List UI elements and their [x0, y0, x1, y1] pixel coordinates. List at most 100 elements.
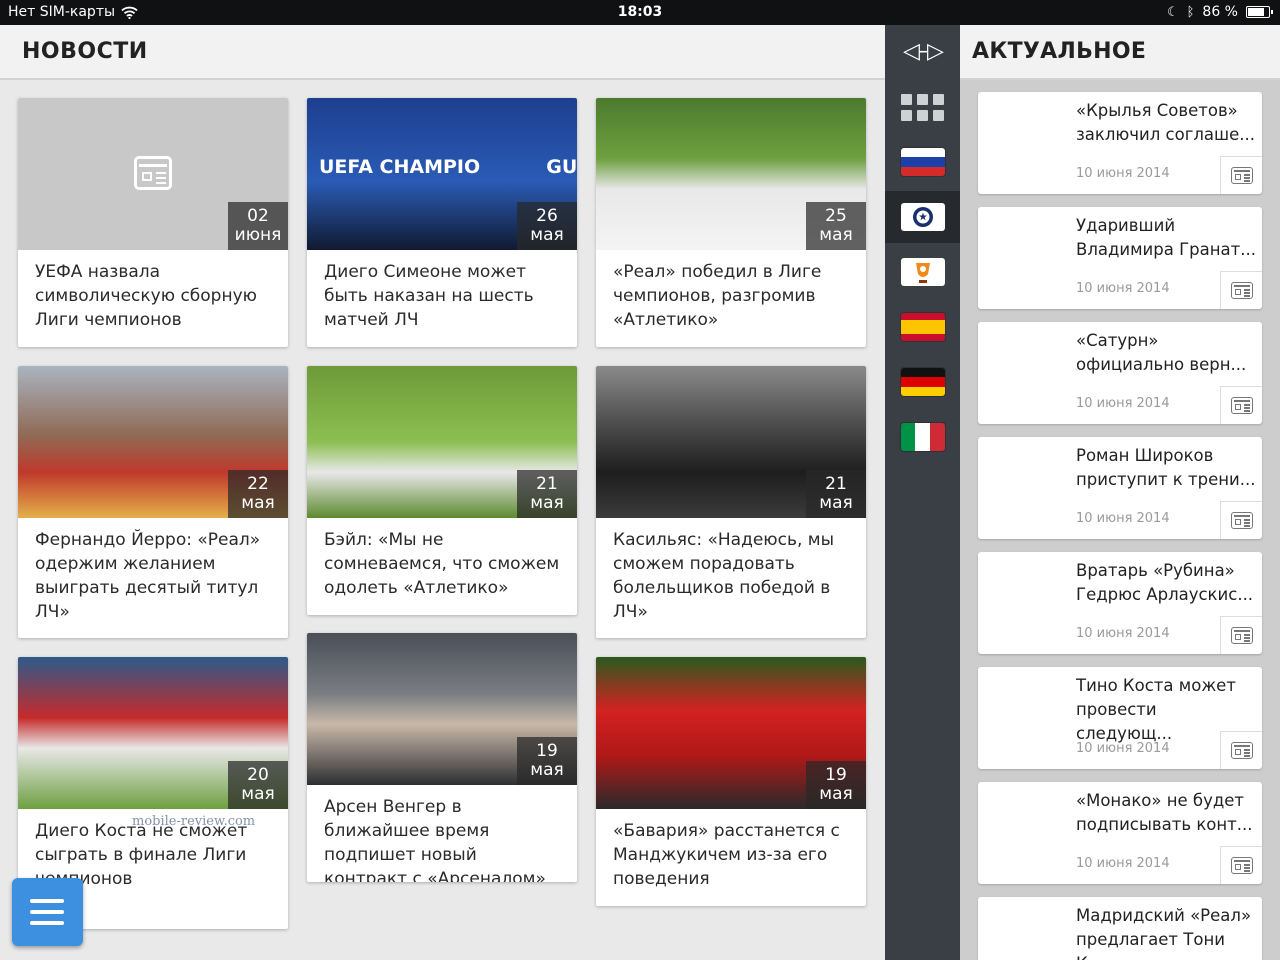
sidebar-item-all-news[interactable] — [885, 81, 960, 133]
news-date-month: мая — [530, 760, 564, 780]
news-header: НОВОСТИ — [0, 25, 885, 80]
news-card-title[interactable]: «Реал» победил в Лиге чемпионов, разгром… — [596, 250, 866, 342]
actual-item-title: Ударивший Владимира Гранат... — [1076, 216, 1257, 259]
article-icon — [1231, 167, 1253, 184]
actual-item-date: 10 июня 2014 — [1076, 511, 1170, 526]
news-card-title[interactable]: Бэйл: «Мы не сомневаемся, что сможем одо… — [307, 518, 577, 610]
sidebar-item-germany[interactable] — [885, 356, 960, 408]
news-card-title[interactable]: Арсен Венгер в ближайшее время подпишет … — [307, 785, 577, 882]
news-card[interactable]: 02 июня УЕФА назвала символическую сборну… — [18, 98, 288, 347]
news-date-day: 22 — [247, 474, 269, 494]
sidebar-item-spain[interactable] — [885, 301, 960, 353]
news-card[interactable]: 21 мая Бэйл: «Мы не сомневаемся, что сможе… — [307, 366, 577, 615]
news-date-month: мая — [819, 225, 853, 245]
flag-italy-icon — [900, 423, 945, 451]
grid-icon — [901, 93, 944, 121]
actual-item-title: «Сатурн» официально верн... — [1076, 331, 1247, 374]
news-date-month: мая — [819, 493, 853, 513]
status-bar: Нет SIM-карты 18:03 ☾ ᛒ 86 % — [0, 0, 1280, 25]
arrows-expand-icon: ◁–▷ — [903, 38, 944, 64]
news-date-badge: 19 мая — [517, 737, 577, 785]
actual-item-date: 10 июня 2014 — [1076, 396, 1170, 411]
actual-item-title: Мадридский «Реал» предлагает Тони К... — [1076, 906, 1252, 960]
actual-item-title: «Крылья Советов» заключил соглаше... — [1076, 101, 1256, 144]
news-card-title[interactable]: «Бавария» расстанется с Манджукичем из-з… — [596, 809, 866, 901]
news-card[interactable]: 22 мая Фернандо Йерро: «Реал» одержим жела… — [18, 366, 288, 638]
sidebar-item-italy[interactable] — [885, 411, 960, 463]
actual-item-date: 10 июня 2014 — [1076, 856, 1170, 871]
sidebar-item-russia[interactable] — [885, 136, 960, 188]
actual-list[interactable]: «Крылья Советов» заключил соглаше... 10 и… — [960, 80, 1280, 960]
bluetooth-icon: ᛒ — [1186, 4, 1195, 20]
hamburger-icon — [30, 921, 64, 925]
moon-icon: ☾ — [1166, 4, 1179, 20]
news-card-title[interactable]: Фернандо Йерро: «Реал» одержим желанием … — [18, 518, 288, 634]
news-card[interactable]: 25 мая «Реал» победил в Лиге чемпионов, ра… — [596, 98, 866, 347]
news-photo: 19 мая — [307, 633, 577, 785]
sidebar-item-europa-league[interactable] — [885, 246, 960, 298]
news-title: НОВОСТИ — [22, 39, 148, 64]
actual-list-item[interactable]: Роман Широков приступит к трени... 10 июн… — [978, 437, 1262, 539]
news-date-month: мая — [819, 784, 853, 804]
news-date-month: мая — [530, 225, 564, 245]
article-icon — [1231, 512, 1253, 529]
open-article-button[interactable] — [1220, 731, 1262, 769]
news-date-badge: 20 мая — [228, 761, 288, 809]
news-date-day: 21 — [536, 474, 558, 494]
news-photo: 19 мая — [596, 657, 866, 809]
battery-fill — [1248, 8, 1264, 16]
menu-button[interactable] — [12, 878, 83, 946]
flag-spain-icon — [900, 313, 945, 341]
news-card-title[interactable]: УЕФА назвала символическую сборную Лиги … — [18, 250, 288, 342]
actual-list-item[interactable]: «Монако» не будет подписывать конт... 10 … — [978, 782, 1262, 884]
news-date-badge: 21 мая — [806, 470, 866, 518]
news-card[interactable]: 19 мая «Бавария» расстанется с Манджукичем… — [596, 657, 866, 906]
article-icon — [1231, 627, 1253, 644]
news-card[interactable]: 21 мая Касильяс: «Надеюсь, мы сможем порад… — [596, 366, 866, 638]
news-card[interactable]: UEFA CHAMPIO GUE 26 мая Диего Симеоне может… — [307, 98, 577, 347]
news-date-badge: 22 мая — [228, 470, 288, 518]
actual-item-title: «Монако» не будет подписывать конт... — [1076, 791, 1253, 834]
actual-list-item[interactable]: Ударивший Владимира Гранат... 10 июня 201… — [978, 207, 1262, 309]
battery-icon — [1246, 6, 1273, 18]
actual-header: АКТУАЛЬНОЕ — [960, 25, 1280, 80]
actual-title: АКТУАЛЬНОЕ — [972, 39, 1147, 64]
news-card[interactable]: 19 мая Арсен Венгер в ближайшее время подп… — [307, 633, 577, 882]
news-card-title[interactable]: Диего Симеоне может быть наказан на шест… — [307, 250, 577, 342]
article-icon — [1231, 857, 1253, 874]
actual-item-title: Роман Широков приступит к трени... — [1076, 446, 1256, 489]
flag-germany-icon — [900, 368, 945, 396]
actual-item-date: 10 июня 2014 — [1076, 626, 1170, 641]
news-date-badge: 25 мая — [806, 202, 866, 250]
actual-item-date: 10 июня 2014 — [1076, 166, 1170, 181]
actual-list-item[interactable]: Тино Коста может провести следующ... 10 и… — [978, 667, 1262, 769]
actual-item-date: 10 июня 2014 — [1076, 741, 1170, 756]
sidebar-item-champions-league[interactable] — [885, 191, 960, 243]
battery-percent: 86 % — [1202, 4, 1238, 20]
actual-list-item[interactable]: «Крылья Советов» заключил соглаше... 10 и… — [978, 92, 1262, 194]
article-icon — [1231, 742, 1253, 759]
news-photo: 02 июня — [18, 98, 288, 250]
news-date-month: июня — [234, 225, 282, 245]
open-article-button[interactable] — [1220, 616, 1262, 654]
news-date-day: 20 — [247, 765, 269, 785]
open-article-button[interactable] — [1220, 501, 1262, 539]
news-date-day: 19 — [825, 765, 847, 785]
news-photo: UEFA CHAMPIO GUE 26 мая — [307, 98, 577, 250]
open-article-button[interactable] — [1220, 156, 1262, 194]
news-date-day: 21 — [825, 474, 847, 494]
open-article-button[interactable] — [1220, 271, 1262, 309]
news-photo: 25 мая — [596, 98, 866, 250]
news-date-day: 19 — [536, 741, 558, 761]
article-icon — [1231, 282, 1253, 299]
actual-list-item[interactable]: «Сатурн» официально верн... 10 июня 2014 — [978, 322, 1262, 424]
news-card-title[interactable]: Касильяс: «Надеюсь, мы сможем порадовать… — [596, 518, 866, 634]
expand-toggle-button[interactable]: ◁–▷ — [885, 25, 960, 77]
open-article-button[interactable] — [1220, 386, 1262, 424]
news-photo: 20 мая — [18, 657, 288, 809]
news-grid[interactable]: 02 июня УЕФА назвала символическую сборну… — [0, 80, 885, 960]
open-article-button[interactable] — [1220, 846, 1262, 884]
news-date-badge: 19 мая — [806, 761, 866, 809]
actual-list-item[interactable]: Вратарь «Рубина» Гедрюс Арлаускис... 10 и… — [978, 552, 1262, 654]
actual-list-item[interactable]: Мадридский «Реал» предлагает Тони К... — [978, 897, 1262, 960]
